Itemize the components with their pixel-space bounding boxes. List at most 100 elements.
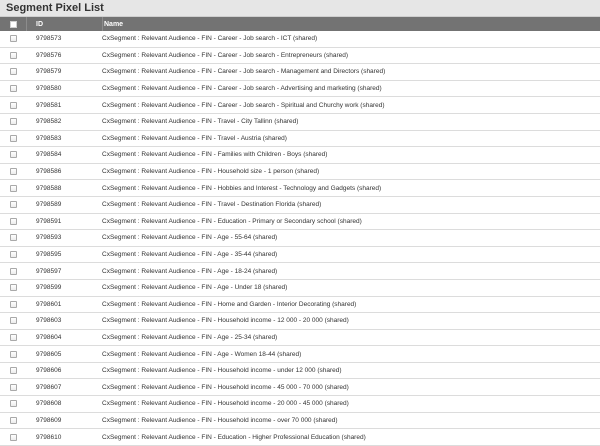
table-row[interactable]: 9798604 CxSegment : Relevant Audience - F… [0,329,600,347]
row-select-cell[interactable] [0,184,26,192]
table-row[interactable]: 9798605 CxSegment : Relevant Audience - F… [0,346,600,363]
segment-name-cell: CxSegment : Relevant Audience - FIN - Ca… [102,68,386,76]
table-row[interactable]: 9798588 CxSegment : Relevant Audience - F… [0,180,600,197]
row-select-cell[interactable] [0,416,26,424]
table-row[interactable]: 9798580 CxSegment : Relevant Audience - F… [0,80,600,98]
table-row[interactable]: 9798589 CxSegment : Relevant Audience - F… [0,196,600,214]
segment-name-cell: CxSegment : Relevant Audience - FIN - Ag… [102,333,278,341]
row-select-cell[interactable] [0,85,26,93]
row-select-cell[interactable] [0,101,26,109]
row-select-cell[interactable] [0,118,26,126]
row-checkbox[interactable] [9,51,17,59]
row-select-cell[interactable] [0,284,26,292]
row-select-cell[interactable] [0,217,26,225]
row-select-cell[interactable] [0,333,26,341]
table-row[interactable]: 9798610 CxSegment : Relevant Audience - F… [0,429,600,446]
table-row[interactable]: 9798606 CxSegment : Relevant Audience - F… [0,362,600,380]
segment-name-cell: CxSegment : Relevant Audience - FIN - Ag… [102,267,278,275]
row-checkbox[interactable] [9,433,17,441]
column-header-name[interactable]: Name [103,21,600,28]
table-row[interactable]: 9798583 CxSegment : Relevant Audience - F… [0,130,600,148]
table-row[interactable]: 9798597 CxSegment : Relevant Audience - F… [0,263,600,280]
row-select-cell[interactable] [0,234,26,242]
table-row[interactable]: 9798609 CxSegment : Relevant Audience - F… [0,412,600,430]
segment-id-cell: 9798580 [36,85,62,93]
table-row[interactable]: 9798603 CxSegment : Relevant Audience - F… [0,313,600,330]
table-row[interactable]: 9798591 CxSegment : Relevant Audience - F… [0,213,600,231]
row-checkbox[interactable] [9,400,17,408]
row-checkbox[interactable] [9,101,17,109]
row-select-cell[interactable] [0,134,26,142]
row-select-cell[interactable] [0,317,26,325]
segment-id-cell: 9798576 [36,51,62,59]
row-checkbox[interactable] [9,201,17,209]
segment-id-cell: 9798603 [36,317,62,325]
row-checkbox[interactable] [9,251,17,259]
row-checkbox[interactable] [9,118,17,126]
segment-name-cell: CxSegment : Relevant Audience - FIN - Ed… [102,433,366,441]
row-select-cell[interactable] [0,68,26,76]
segment-name-cell: CxSegment : Relevant Audience - FIN - Ho… [102,184,382,192]
table-row[interactable]: 9798581 CxSegment : Relevant Audience - F… [0,97,600,114]
row-checkbox[interactable] [9,217,17,225]
column-header-id[interactable]: ID [27,21,102,28]
row-checkbox[interactable] [9,234,17,242]
select-all-checkbox[interactable] [9,20,17,28]
row-select-cell[interactable] [0,168,26,176]
segment-table-body: 9798573 CxSegment : Relevant Audience - F… [0,31,600,446]
row-select-cell[interactable] [0,400,26,408]
row-checkbox[interactable] [9,383,17,391]
row-select-cell[interactable] [0,35,26,43]
panel-title: Segment Pixel List [0,0,600,17]
row-select-cell[interactable] [0,267,26,275]
segment-id-cell: 9798589 [36,201,62,209]
table-row[interactable]: 9798601 CxSegment : Relevant Audience - F… [0,296,600,314]
table-row[interactable]: 9798593 CxSegment : Relevant Audience - F… [0,230,600,247]
segment-id-cell: 9798609 [36,416,62,424]
segment-name-cell: CxSegment : Relevant Audience - FIN - Tr… [102,201,322,209]
row-select-cell[interactable] [0,433,26,441]
row-select-cell[interactable] [0,51,26,59]
row-select-cell[interactable] [0,383,26,391]
row-checkbox[interactable] [9,284,17,292]
table-row[interactable]: 9798607 CxSegment : Relevant Audience - F… [0,379,600,397]
row-select-cell[interactable] [0,201,26,209]
table-row[interactable]: 9798608 CxSegment : Relevant Audience - F… [0,396,600,413]
row-checkbox[interactable] [9,134,17,142]
table-row[interactable]: 9798599 CxSegment : Relevant Audience - F… [0,279,600,297]
row-checkbox[interactable] [9,151,17,159]
row-checkbox[interactable] [9,184,17,192]
select-all-cell[interactable] [0,20,26,28]
row-checkbox[interactable] [9,350,17,358]
segment-id-cell: 9798586 [36,168,62,176]
row-select-cell[interactable] [0,251,26,259]
row-select-cell[interactable] [0,151,26,159]
segment-name-cell: CxSegment : Relevant Audience - FIN - Ho… [102,300,357,308]
row-select-cell[interactable] [0,300,26,308]
row-checkbox[interactable] [9,416,17,424]
row-select-cell[interactable] [0,350,26,358]
table-row[interactable]: 9798573 CxSegment : Relevant Audience - F… [0,31,600,48]
grid-header: ID Name [0,17,600,31]
table-row[interactable]: 9798595 CxSegment : Relevant Audience - F… [0,246,600,264]
table-row[interactable]: 9798584 CxSegment : Relevant Audience - F… [0,147,600,164]
row-checkbox[interactable] [9,300,17,308]
row-checkbox[interactable] [9,168,17,176]
segment-id-cell: 9798601 [36,300,62,308]
row-checkbox[interactable] [9,317,17,325]
table-row[interactable]: 9798579 CxSegment : Relevant Audience - F… [0,64,600,81]
row-checkbox[interactable] [9,267,17,275]
segment-id-cell: 9798607 [36,383,62,391]
row-checkbox[interactable] [9,367,17,375]
segment-id-cell: 9798599 [36,284,62,292]
table-row[interactable]: 9798576 CxSegment : Relevant Audience - F… [0,47,600,65]
row-checkbox[interactable] [9,333,17,341]
row-checkbox[interactable] [9,85,17,93]
segment-id-cell: 9798588 [36,184,62,192]
segment-name-cell: CxSegment : Relevant Audience - FIN - Ho… [102,367,342,375]
table-row[interactable]: 9798586 CxSegment : Relevant Audience - F… [0,163,600,181]
row-select-cell[interactable] [0,367,26,375]
row-checkbox[interactable] [9,35,17,43]
row-checkbox[interactable] [9,68,17,76]
table-row[interactable]: 9798582 CxSegment : Relevant Audience - F… [0,113,600,131]
